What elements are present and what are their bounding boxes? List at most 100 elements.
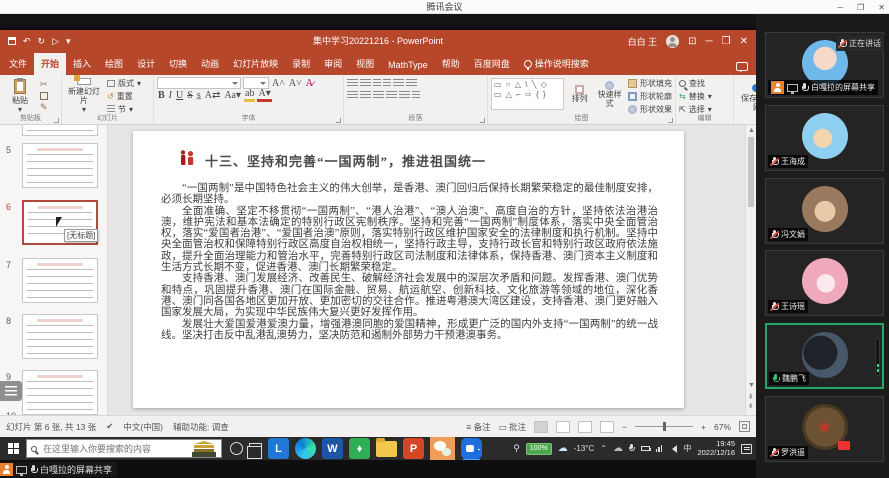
zoom-slider[interactable]	[635, 426, 693, 427]
tab-design[interactable]: 设计	[130, 53, 162, 75]
taskbar-clock[interactable]: 19:45 2022/12/16	[697, 440, 735, 457]
ribbon-display-options-icon[interactable]: ⊡	[688, 36, 696, 47]
normal-view-button[interactable]	[534, 421, 548, 433]
accessibility-status[interactable]: 辅助功能: 调查	[173, 421, 229, 433]
taskbar-app-l-icon[interactable]: L	[268, 438, 289, 459]
reading-view-button[interactable]	[578, 421, 592, 433]
zoom-slider-thumb[interactable]	[663, 422, 666, 431]
align-left-icon[interactable]	[347, 91, 358, 100]
spellcheck-icon[interactable]: ✔	[106, 421, 113, 432]
thumbnail-slide-7[interactable]: 7	[0, 258, 108, 308]
cut-icon[interactable]: ✂	[40, 79, 48, 90]
text-direction-icon[interactable]	[406, 79, 417, 88]
prev-next-slide-buttons[interactable]: ⇞⇟	[748, 393, 754, 411]
slideshow-view-button[interactable]	[600, 421, 614, 433]
battery-percent-badge[interactable]: 100%	[526, 443, 552, 455]
paste-button[interactable]: 粘贴▾	[3, 78, 37, 114]
reset-button[interactable]: ↺重置	[107, 91, 141, 102]
ppt-close-button[interactable]: ✕	[740, 36, 748, 47]
fit-to-window-icon[interactable]	[739, 421, 750, 432]
tab-animations[interactable]: 动画	[194, 53, 226, 75]
tab-slideshow[interactable]: 幻灯片放映	[226, 53, 285, 75]
ppt-restore-button[interactable]: ❐	[722, 36, 731, 47]
bullets-icon[interactable]	[347, 79, 358, 88]
notes-button[interactable]: ≡ 备注	[466, 421, 490, 433]
network-signal-icon[interactable]	[656, 445, 663, 452]
align-right-icon[interactable]	[373, 91, 384, 100]
weather-cloud-icon[interactable]: ☁	[558, 443, 568, 454]
decrease-font-icon[interactable]: A˅	[288, 78, 303, 89]
cloud-sync-icon[interactable]: ☁	[613, 443, 623, 454]
columns-icon[interactable]	[399, 91, 410, 100]
thumbnail-slide-10[interactable]: 10	[0, 408, 108, 415]
tab-transitions[interactable]: 切换	[162, 53, 194, 75]
tell-me-search[interactable]: 操作说明搜索	[517, 53, 596, 75]
zoom-out-button[interactable]: −	[622, 422, 627, 432]
tray-mic-icon[interactable]	[629, 444, 635, 453]
temperature[interactable]: -13°C	[574, 444, 595, 453]
slide-sorter-view-button[interactable]	[556, 421, 570, 433]
format-painter-icon[interactable]: ✎	[40, 102, 48, 113]
drawing-dialog-launcher[interactable]	[668, 118, 673, 123]
search-highlight-pagoda-image[interactable]	[187, 440, 221, 457]
tencent-meeting-taskbar-icon[interactable]	[461, 438, 482, 459]
tab-review[interactable]: 审阅	[317, 53, 349, 75]
shadow-button[interactable]: s̲	[196, 90, 202, 101]
meeting-close-button[interactable]: ✕	[878, 3, 885, 12]
account-avatar[interactable]	[666, 35, 679, 48]
increase-font-icon[interactable]: A˄	[271, 78, 286, 89]
tab-home[interactable]: 开始	[34, 53, 66, 75]
increase-indent-icon[interactable]	[383, 79, 391, 88]
font-dialog-launcher[interactable]	[336, 118, 341, 123]
tray-battery-icon[interactable]	[641, 446, 650, 451]
comments-button[interactable]: ▭ 批注	[499, 421, 526, 433]
justify-icon[interactable]	[386, 91, 397, 100]
font-size-combo[interactable]	[243, 77, 269, 89]
shape-fill-button[interactable]: 形状填充	[628, 78, 672, 89]
task-view-icon[interactable]	[249, 443, 262, 454]
smartart-icon[interactable]	[412, 91, 420, 100]
powerpoint-taskbar-icon[interactable]: P	[403, 438, 424, 459]
power-plug-icon[interactable]: ⚲	[513, 443, 520, 454]
volume-icon[interactable]	[668, 445, 677, 453]
video-tile[interactable]: 王诗瑶	[765, 250, 884, 316]
ime-indicator[interactable]: 中	[683, 443, 691, 454]
strikethrough-button[interactable]: S	[186, 90, 194, 101]
font-color-button[interactable]: A▾	[257, 88, 271, 102]
scrollbar-thumb[interactable]	[748, 137, 754, 207]
paragraph-dialog-launcher[interactable]	[480, 118, 485, 123]
zoom-in-button[interactable]: +	[701, 422, 706, 432]
font-name-combo[interactable]	[157, 77, 241, 89]
layout-button[interactable]: 版式 ▾	[107, 78, 141, 89]
shapes-gallery[interactable]: ▭ ○ △ \ ╲ ◇▭ △ ⌐ ⇨ { }	[491, 78, 564, 110]
quick-styles-button[interactable]: 快速样式	[595, 78, 624, 110]
tab-view[interactable]: 视图	[349, 53, 381, 75]
align-center-icon[interactable]	[360, 91, 371, 100]
tab-mathtype[interactable]: MathType	[381, 56, 435, 75]
slide[interactable]: 十三、坚持和完善“一国两制”，推进祖国统一 “一国两制”是中国特色社会主义的伟大…	[133, 131, 684, 408]
notification-center-icon[interactable]	[741, 444, 752, 454]
comments-icon[interactable]	[736, 62, 748, 71]
video-tile[interactable]: ★ 罗洪遥	[765, 396, 884, 462]
copy-icon[interactable]	[40, 92, 48, 100]
video-tile[interactable]: 王海成	[765, 105, 884, 171]
tab-draw[interactable]: 绘图	[98, 53, 130, 75]
find-button[interactable]: 查找	[679, 78, 730, 89]
taskbar-search-box[interactable]	[26, 439, 222, 458]
thumbnail-slide-6-selected[interactable]: 6	[0, 200, 108, 250]
outline-view-toggle[interactable]	[0, 381, 22, 401]
underline-button[interactable]: U	[175, 90, 184, 101]
video-tile-speaking[interactable]: 魏鹏飞	[765, 323, 884, 389]
file-explorer-icon[interactable]	[376, 441, 397, 457]
replace-button[interactable]: ⇆替换 ▾	[679, 91, 730, 102]
word-icon[interactable]: W	[322, 438, 343, 459]
new-slide-button[interactable]: 新建幻灯片▾	[65, 78, 103, 114]
scroll-up-icon[interactable]: ▲	[748, 127, 755, 134]
tab-insert[interactable]: 插入	[66, 53, 98, 75]
search-input[interactable]	[41, 443, 171, 455]
video-tile[interactable]: 冯文娟	[765, 178, 884, 244]
arrange-button[interactable]: 排列	[568, 78, 591, 110]
taskbar-green-app-icon[interactable]: ♦	[349, 438, 370, 459]
wechat-icon[interactable]	[430, 437, 455, 460]
shape-outline-button[interactable]: 形状轮廓	[628, 91, 672, 102]
